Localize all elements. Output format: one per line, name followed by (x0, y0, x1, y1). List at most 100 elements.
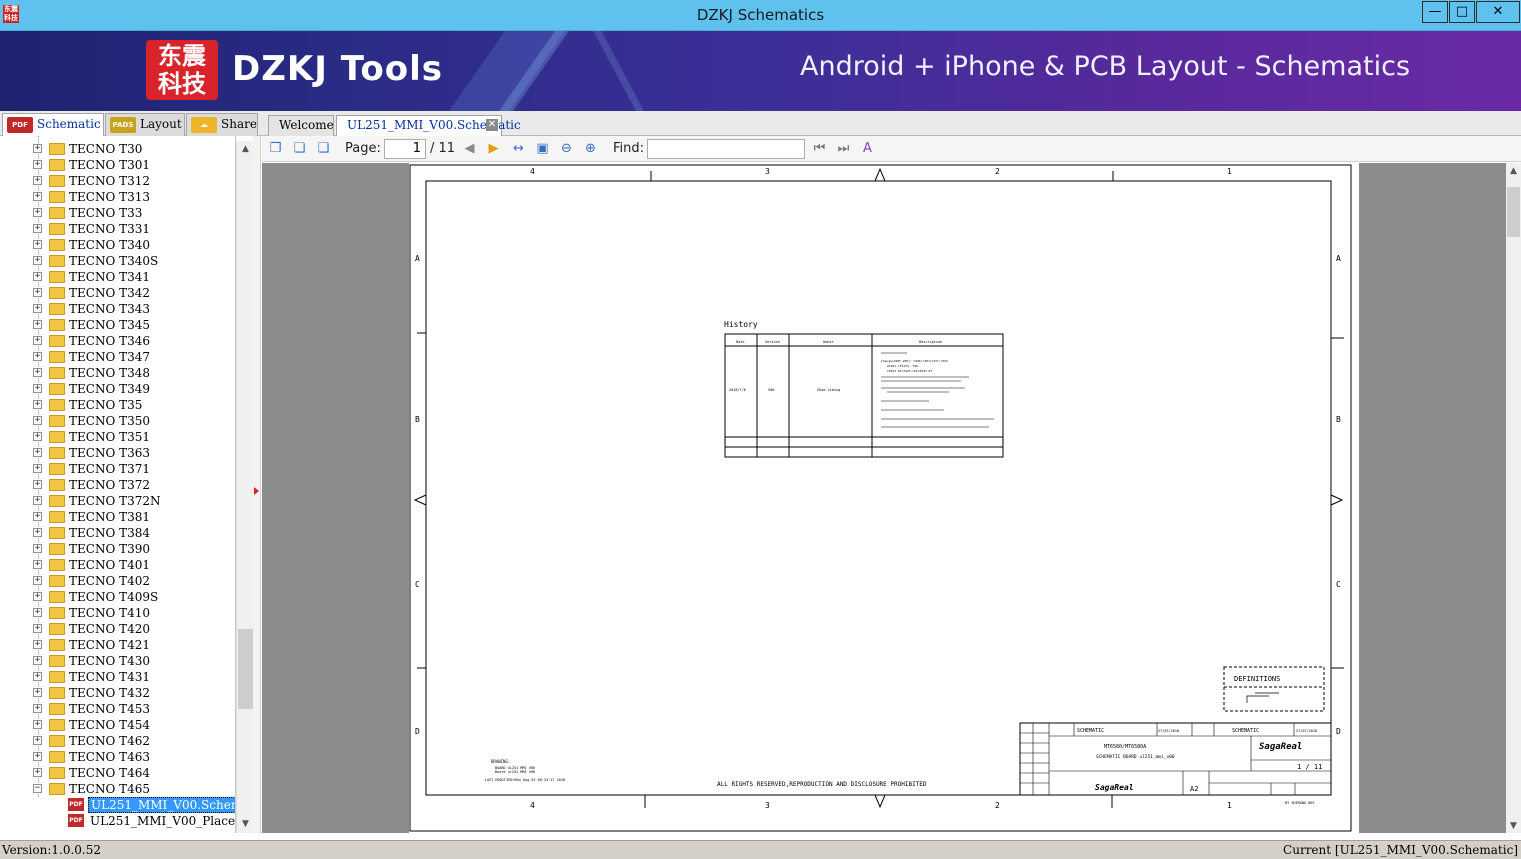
expand-icon[interactable]: + (33, 656, 42, 665)
expand-icon[interactable]: + (33, 368, 42, 377)
tree-folder[interactable]: + TECNO T401 (0, 557, 235, 573)
tree-folder[interactable]: + TECNO T349 (0, 381, 235, 397)
expand-icon[interactable]: + (33, 224, 42, 233)
tree-folder[interactable]: + TECNO T430 (0, 653, 235, 669)
expand-icon[interactable]: + (33, 208, 42, 217)
tree-folder[interactable]: + TECNO T301 (0, 157, 235, 173)
tab-schematic[interactable]: PDF Schematic (2, 113, 104, 136)
fit-page-icon[interactable]: ▣ (534, 140, 551, 157)
expand-icon[interactable]: + (33, 688, 42, 697)
tree-folder[interactable]: + TECNO T313 (0, 189, 235, 205)
expand-icon[interactable]: + (33, 528, 42, 537)
tree-file[interactable]: PDF UL251_MMI_V00_Placement (0, 813, 235, 829)
expand-icon[interactable]: + (33, 192, 42, 201)
scroll-down-icon[interactable]: ▼ (1506, 818, 1521, 835)
tree-folder[interactable]: + TECNO T347 (0, 349, 235, 365)
next-page-icon[interactable]: ▶ (485, 140, 502, 157)
tree-folder[interactable]: + TECNO T363 (0, 445, 235, 461)
expand-icon[interactable]: + (33, 576, 42, 585)
expand-icon[interactable]: + (33, 432, 42, 441)
tree-folder[interactable]: + TECNO T409S (0, 589, 235, 605)
find-input[interactable] (647, 139, 805, 159)
expand-icon[interactable]: + (33, 752, 42, 761)
tree-folder[interactable]: + TECNO T381 (0, 509, 235, 525)
tree-folder[interactable]: + TECNO T464 (0, 765, 235, 781)
tree-scrollbar[interactable]: ▲ ▼ (236, 141, 253, 833)
match-case-icon[interactable]: A (859, 140, 876, 157)
tree-folder[interactable]: + TECNO T33 (0, 205, 235, 221)
expand-icon[interactable]: + (33, 256, 42, 265)
expand-icon[interactable]: + (33, 272, 42, 281)
tree-folder[interactable]: + TECNO T331 (0, 221, 235, 237)
page-input[interactable]: 1 (384, 139, 426, 159)
tree-folder[interactable]: + TECNO T346 (0, 333, 235, 349)
expand-icon[interactable]: + (33, 672, 42, 681)
scroll-up-icon[interactable]: ▲ (237, 141, 254, 158)
expand-icon[interactable]: + (33, 768, 42, 777)
copy-all-icon[interactable]: ❑ (315, 140, 332, 157)
expand-icon[interactable]: + (33, 240, 42, 249)
expand-icon[interactable]: + (33, 544, 42, 553)
fit-width-icon[interactable]: ↔ (510, 140, 527, 157)
tree-folder[interactable]: + TECNO T390 (0, 541, 235, 557)
scroll-down-icon[interactable]: ▼ (237, 816, 254, 833)
minimize-button[interactable]: — (1422, 1, 1448, 23)
panel-splitter[interactable] (253, 136, 261, 833)
tree-folder[interactable]: + TECNO T421 (0, 637, 235, 653)
tree-folder[interactable]: + TECNO T384 (0, 525, 235, 541)
tree-folder[interactable]: + TECNO T340 (0, 237, 235, 253)
expand-icon[interactable]: + (33, 336, 42, 345)
expand-icon[interactable]: + (33, 176, 42, 185)
tab-document[interactable]: UL251_MMI_V00.Schematic ✕ (336, 115, 521, 136)
zoom-in-icon[interactable]: ⊕ (582, 140, 599, 157)
tree-folder[interactable]: − TECNO T465 (0, 781, 235, 797)
scroll-thumb[interactable] (1507, 187, 1520, 237)
tree-folder[interactable]: + TECNO T372N (0, 493, 235, 509)
tree-file[interactable]: PDF UL251_MMI_V00.Schematic (0, 797, 235, 813)
expand-icon[interactable]: + (33, 448, 42, 457)
tree-folder[interactable]: + TECNO T462 (0, 733, 235, 749)
expand-icon[interactable]: + (33, 640, 42, 649)
tab-welcome[interactable]: Welcome (268, 115, 334, 136)
tree-folder[interactable]: + TECNO T431 (0, 669, 235, 685)
tree-folder[interactable]: + TECNO T340S (0, 253, 235, 269)
tree-folder[interactable]: + TECNO T348 (0, 365, 235, 381)
previous-page-icon[interactable]: ◀ (461, 140, 478, 157)
expand-icon[interactable]: + (33, 608, 42, 617)
find-previous-icon[interactable]: ⏮ (811, 140, 828, 157)
expand-icon[interactable]: + (33, 560, 42, 569)
tree-folder[interactable]: + TECNO T372 (0, 477, 235, 493)
tab-share[interactable]: ☁ Share (186, 113, 258, 136)
expand-icon[interactable]: + (33, 720, 42, 729)
tab-layout[interactable]: PADS Layout (105, 113, 185, 136)
tree-folder[interactable]: + TECNO T35 (0, 397, 235, 413)
expand-icon[interactable]: + (33, 320, 42, 329)
expand-icon[interactable]: + (33, 160, 42, 169)
tree-folder[interactable]: + TECNO T463 (0, 749, 235, 765)
tree-folder[interactable]: + TECNO T345 (0, 317, 235, 333)
expand-icon[interactable]: + (33, 736, 42, 745)
expand-icon[interactable]: + (33, 464, 42, 473)
tree-folder[interactable]: + TECNO T454 (0, 717, 235, 733)
expand-icon[interactable]: + (33, 416, 42, 425)
collapse-icon[interactable]: − (33, 784, 42, 793)
expand-icon[interactable]: + (33, 384, 42, 393)
expand-icon[interactable]: + (33, 352, 42, 361)
scroll-up-icon[interactable]: ▲ (1506, 163, 1521, 180)
tree-folder[interactable]: + TECNO T432 (0, 685, 235, 701)
pdf-viewer[interactable]: 4 3 2 1 4 3 2 1 A B C D A B C D History (262, 163, 1506, 833)
tree-folder[interactable]: + TECNO T350 (0, 413, 235, 429)
tree-folder[interactable]: + TECNO T30 (0, 141, 235, 157)
copy-icon[interactable]: ❐ (267, 140, 284, 157)
expand-icon[interactable]: + (33, 144, 42, 153)
maximize-button[interactable]: □ (1449, 1, 1475, 23)
tree-folder[interactable]: + TECNO T342 (0, 285, 235, 301)
expand-icon[interactable]: + (33, 400, 42, 409)
expand-icon[interactable]: + (33, 480, 42, 489)
expand-icon[interactable]: + (33, 704, 42, 713)
expand-icon[interactable]: + (33, 496, 42, 505)
tree-folder[interactable]: + TECNO T371 (0, 461, 235, 477)
viewer-scrollbar[interactable]: ▲ ▼ (1506, 163, 1521, 833)
tree-folder[interactable]: + TECNO T420 (0, 621, 235, 637)
tree-folder[interactable]: + TECNO T312 (0, 173, 235, 189)
